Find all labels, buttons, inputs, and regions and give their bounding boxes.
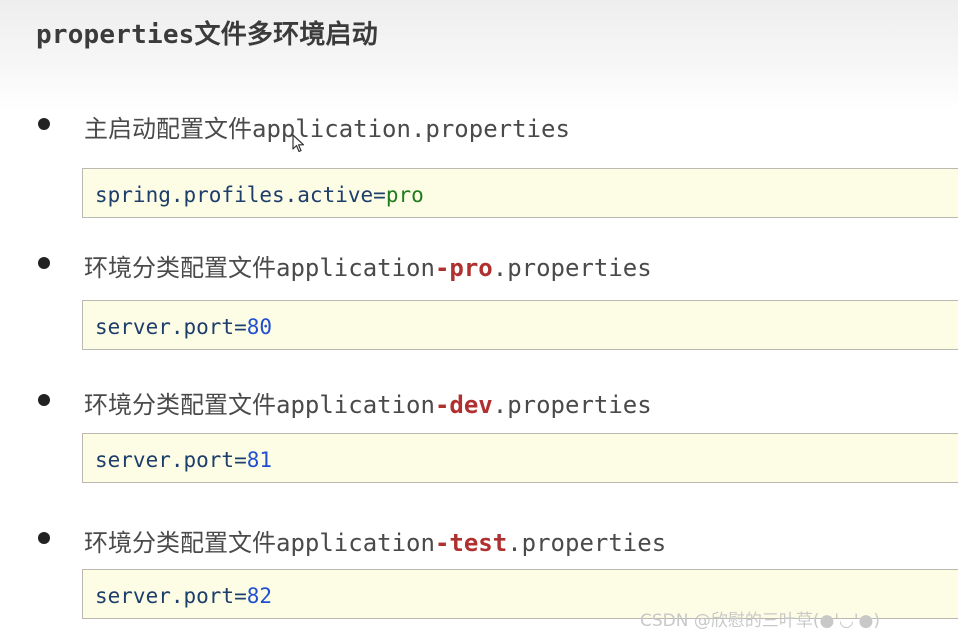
code-equals: = bbox=[234, 448, 247, 472]
code-key: server.port bbox=[95, 448, 235, 472]
bullet-text-main-config: 主启动配置文件application.properties bbox=[84, 109, 570, 144]
bullet-text-suffix: .properties bbox=[492, 254, 652, 282]
bullet-text-suffix: .properties bbox=[492, 391, 652, 419]
code-key: spring.profiles.active bbox=[95, 183, 374, 207]
bullet-text-dev-config: 环境分类配置文件application-dev.properties bbox=[84, 385, 652, 420]
bullet-text-prefix: 环境分类配置文件application bbox=[84, 391, 435, 419]
code-block-pro-config: server.port=80 bbox=[82, 300, 958, 350]
bullet-dot bbox=[38, 532, 50, 544]
code-line: server.port=82 bbox=[95, 584, 272, 608]
bullet-text-highlight: -pro bbox=[434, 254, 493, 282]
code-value: 81 bbox=[246, 448, 273, 472]
bullet-text-suffix: .properties bbox=[410, 115, 570, 143]
code-block-main-config: spring.profiles.active=pro bbox=[82, 168, 958, 218]
code-block-dev-config: server.port=81 bbox=[82, 433, 958, 483]
code-value: 82 bbox=[246, 584, 273, 608]
code-line: server.port=81 bbox=[95, 448, 272, 472]
code-line: server.port=80 bbox=[95, 315, 272, 339]
bullet-dot bbox=[38, 257, 50, 269]
bullet-text-prefix: 主启动配置文件application bbox=[84, 115, 411, 143]
bullet-text-highlight: -test bbox=[434, 529, 508, 557]
code-equals: = bbox=[234, 315, 247, 339]
code-value: 80 bbox=[246, 315, 273, 339]
bullet-text-highlight: -dev bbox=[434, 391, 493, 419]
watermark: CSDN @欣慰的三叶草(●'◡'●) bbox=[640, 611, 880, 631]
code-line: spring.profiles.active=pro bbox=[95, 183, 424, 207]
bullet-dot bbox=[38, 118, 50, 130]
bullet-text-test-config: 环境分类配置文件application-test.properties bbox=[84, 523, 666, 558]
code-value: pro bbox=[385, 183, 424, 207]
bullet-text-pro-config: 环境分类配置文件application-pro.properties bbox=[84, 248, 652, 283]
code-equals: = bbox=[234, 584, 247, 608]
bullet-dot bbox=[38, 394, 50, 406]
bullet-text-prefix: 环境分类配置文件application bbox=[84, 254, 435, 282]
bullet-text-suffix: .properties bbox=[507, 529, 667, 557]
bullet-text-prefix: 环境分类配置文件application bbox=[84, 529, 435, 557]
code-key: server.port bbox=[95, 584, 235, 608]
code-equals: = bbox=[373, 183, 386, 207]
code-key: server.port bbox=[95, 315, 235, 339]
mouse-pointer-icon bbox=[292, 134, 305, 153]
slide-title: properties文件多环境启动 bbox=[36, 20, 378, 50]
